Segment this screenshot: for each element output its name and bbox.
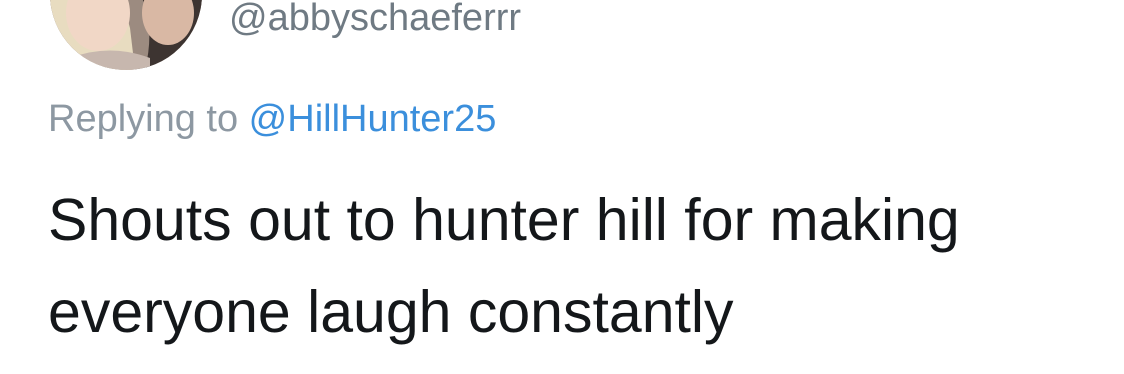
tweet-text-line: Shouts out to hunter hill for making [48, 187, 960, 253]
tweet-text: Shouts out to hunter hill for making eve… [48, 174, 1088, 358]
user-handle[interactable]: @abbyschaeferrr [229, 0, 521, 40]
reply-to-user-link[interactable]: @HillHunter25 [249, 98, 497, 140]
tweet-text-line: everyone laugh constantly [48, 279, 734, 345]
reply-prefix-label: Replying to [48, 98, 249, 140]
reply-context: Replying to @HillHunter25 [48, 97, 496, 141]
avatar[interactable] [50, 0, 202, 70]
avatar-photo [50, 0, 202, 70]
